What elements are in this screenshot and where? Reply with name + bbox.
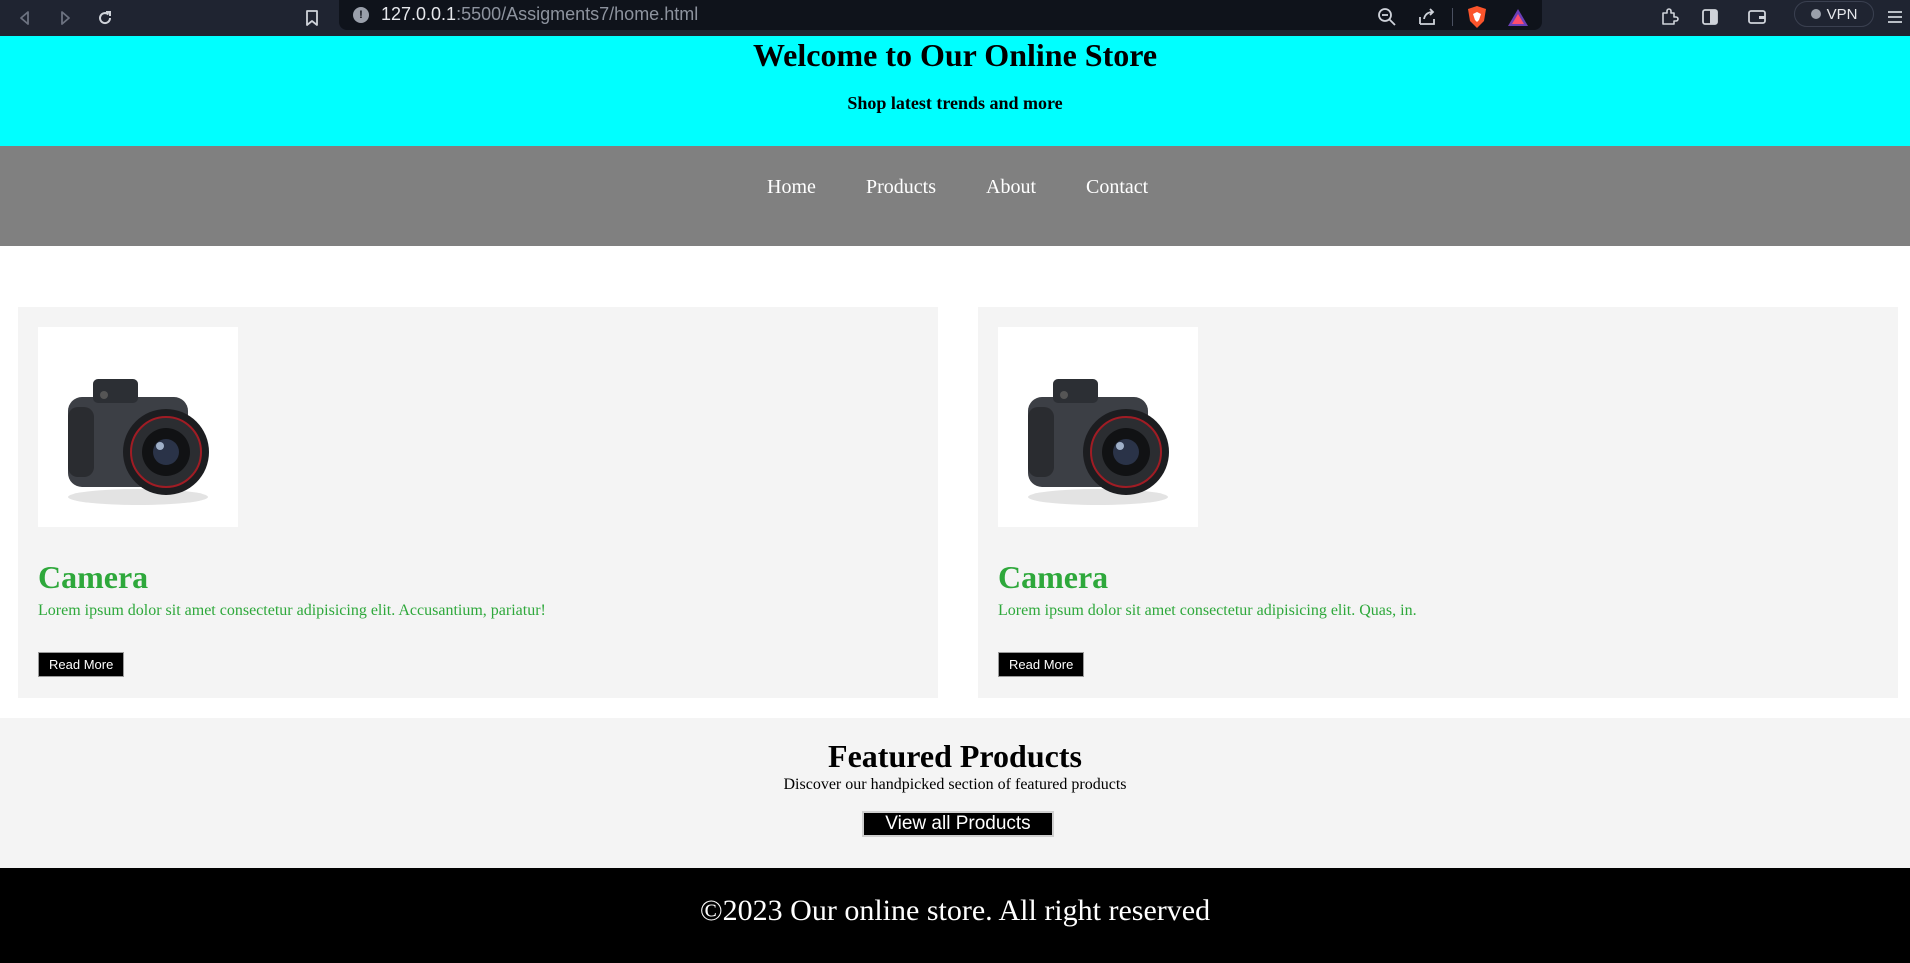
brave-shield-icon[interactable] [1464, 4, 1490, 30]
product-description: Lorem ipsum dolor sit amet consectetur a… [38, 602, 546, 619]
product-card: Camera Lorem ipsum dolor sit amet consec… [18, 307, 938, 698]
extensions-icon[interactable] [1656, 4, 1682, 30]
camera-image [38, 327, 238, 527]
zoom-out-icon[interactable] [1374, 4, 1400, 30]
nav-item-contact[interactable]: Contact [1086, 176, 1148, 199]
brave-rewards-icon[interactable] [1505, 4, 1531, 30]
featured-text: Discover our handpicked section of featu… [783, 776, 1127, 793]
copyright-text: ©2023 Our online store. All right reserv… [699, 894, 1211, 927]
bookmark-icon[interactable] [299, 5, 325, 31]
address-bar[interactable]: ! 127.0.0.1:5500/Assigments7/home.html [339, 0, 1542, 30]
view-all-products-button[interactable]: View all Products [862, 811, 1054, 837]
nav-item-about[interactable]: About [986, 176, 1036, 199]
product-title: Camera [38, 559, 149, 595]
vpn-status-icon [1810, 9, 1821, 19]
toolbar-divider [1452, 8, 1453, 26]
forward-icon[interactable] [52, 5, 78, 31]
menu-icon[interactable] [1882, 4, 1908, 30]
sidebar-icon[interactable] [1697, 4, 1723, 30]
site-info-icon[interactable]: ! [353, 7, 369, 23]
browser-toolbar: ! 127.0.0.1:5500/Assigments7/home.html V… [0, 0, 1910, 36]
share-icon[interactable] [1414, 4, 1440, 30]
url-text[interactable]: 127.0.0.1:5500/Assigments7/home.html [381, 4, 698, 25]
product-description: Lorem ipsum dolor sit amet consectetur a… [998, 602, 1417, 619]
vpn-label: VPN [1826, 5, 1858, 23]
nav-item-products[interactable]: Products [866, 176, 936, 199]
product-title: Camera [998, 559, 1109, 595]
site-footer: ©2023 Our online store. All right reserv… [0, 868, 1910, 963]
back-icon[interactable] [12, 5, 38, 31]
main-nav: Home Products About Contact [0, 146, 1910, 246]
vpn-button[interactable]: VPN [1794, 1, 1874, 27]
wallet-icon[interactable] [1744, 4, 1770, 30]
page-subtitle: Shop latest trends and more [847, 93, 1063, 113]
site-header: Welcome to Our Online Store Shop latest … [0, 36, 1910, 146]
page-title: Welcome to Our Online Store [752, 37, 1158, 73]
featured-title: Featured Products [828, 738, 1082, 774]
reload-icon[interactable] [92, 5, 118, 31]
camera-image [998, 327, 1198, 527]
nav-item-home[interactable]: Home [767, 176, 816, 199]
read-more-button[interactable]: Read More [38, 652, 125, 677]
product-card: Camera Lorem ipsum dolor sit amet consec… [978, 307, 1898, 698]
read-more-button[interactable]: Read More [998, 652, 1085, 677]
featured-section: Featured Products Discover our handpicke… [0, 718, 1910, 868]
